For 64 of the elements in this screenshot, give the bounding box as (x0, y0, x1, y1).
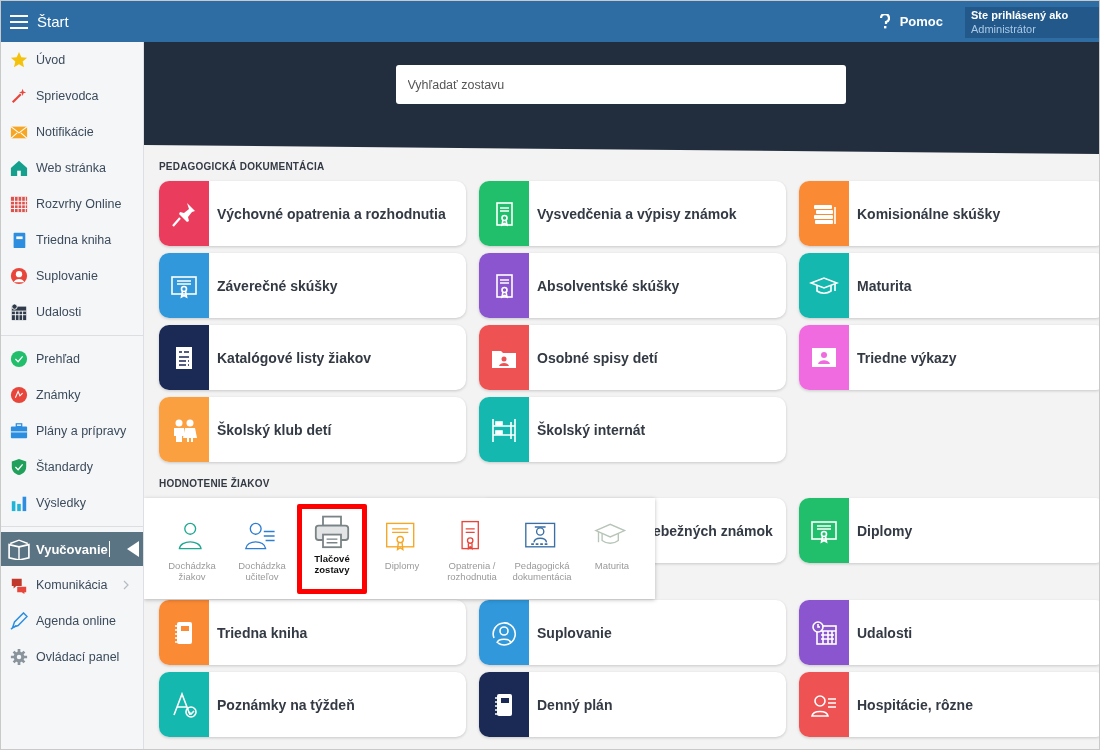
search-field[interactable]: Vyhľadať zostavu (395, 65, 846, 104)
sidebar-item[interactable]: Agenda online (1, 603, 143, 639)
report-card[interactable]: Záverečné skúšky (159, 253, 466, 318)
report-card[interactable]: Školský internát (479, 397, 786, 462)
section-title: HODNOTENIE ŽIAKOV (159, 476, 271, 491)
report-card[interactable]: Suplovanie (479, 600, 786, 665)
bar-chart-icon (10, 494, 28, 512)
sidebar-item[interactable]: Výsledky (1, 485, 143, 521)
sidebar-item[interactable]: Web stránka (1, 150, 143, 186)
user-label: Ste prihlásený ako (971, 9, 1070, 21)
house-icon (10, 159, 28, 177)
grade-circle-icon (10, 386, 28, 404)
sidebar-item[interactable]: Komunikácia (1, 567, 143, 603)
sidebar-item[interactable]: Prehľad (1, 341, 143, 377)
page-title: Štart (37, 13, 70, 30)
person-icon (10, 267, 28, 285)
report-card[interactable]: Maturita (799, 253, 1099, 318)
report-card[interactable]: Školský klub detí (159, 397, 466, 462)
report-card[interactable]: Absolventské skúšky (479, 253, 786, 318)
report-card[interactable]: Komisionálne skúšky (799, 181, 1099, 246)
report-card[interactable]: Triedne výkazy (799, 325, 1099, 390)
sidebar-item[interactable]: Rozvrhy Online (1, 186, 143, 222)
pen-icon (10, 612, 28, 630)
report-card[interactable]: Hospitácie, rôzne (799, 672, 1099, 737)
chat-bubbles-icon (10, 576, 28, 594)
user-name: Administrátor (971, 23, 1037, 35)
envelope-icon (10, 123, 28, 141)
menu-icon[interactable] (10, 14, 28, 29)
report-card[interactable]: Udalosti (799, 600, 1099, 665)
report-card[interactable]: Poznámky na týždeň (159, 672, 466, 737)
sidebar-item[interactable]: Suplovanie (1, 258, 143, 294)
report-card[interactable]: Výchovné opatrenia a rozhodnutia (159, 181, 466, 246)
gear-icon (10, 648, 28, 666)
text-cursor (108, 541, 110, 557)
help-icon (879, 14, 890, 29)
report-card[interactable]: Triedna kniha (159, 600, 466, 665)
report-card[interactable]: Vysvedčenia a výpisy známok (479, 181, 786, 246)
sidebar-item[interactable]: Notifikácie (1, 114, 143, 150)
sidebar-item[interactable]: Vyučovanie (1, 532, 143, 566)
sidebar-item[interactable]: Ovládací panel (1, 639, 143, 675)
report-card[interactable]: Diplomy (799, 498, 1099, 563)
star-icon (10, 51, 28, 69)
check-circle-icon (10, 350, 28, 368)
shield-check-icon (10, 458, 28, 476)
sidebar-item[interactable]: Štandardy (1, 449, 143, 485)
help-button[interactable]: Pomoc (879, 14, 943, 29)
briefcase-icon (10, 422, 28, 440)
magic-wand-icon (10, 87, 28, 105)
sidebar-item[interactable]: Známky (1, 377, 143, 413)
quick-menu-item[interactable]: Tlačové zostavy (297, 504, 367, 594)
sidebar-item[interactable]: Plány a prípravy (1, 413, 143, 449)
report-card[interactable]: Denný plán (479, 672, 786, 737)
calendar-icon (10, 303, 28, 321)
section-title: PEDAGOGICKÁ DOKUMENTÁCIA (159, 159, 326, 174)
calendar-grid-icon (10, 195, 28, 213)
sidebar-item[interactable]: Udalosti (1, 294, 143, 330)
report-card[interactable]: Katalógové listy žiakov (159, 325, 466, 390)
flyout-pointer (127, 541, 139, 557)
user-panel[interactable]: Ste prihlásený ako Administrátor (965, 7, 1099, 38)
sidebar-item[interactable]: Triedna kniha (1, 222, 143, 258)
sidebar-item[interactable]: Sprievodca (1, 78, 143, 114)
report-card[interactable]: Osobné spisy detí (479, 325, 786, 390)
printer-icon (314, 513, 350, 549)
sidebar-item[interactable]: Úvod (1, 42, 143, 78)
